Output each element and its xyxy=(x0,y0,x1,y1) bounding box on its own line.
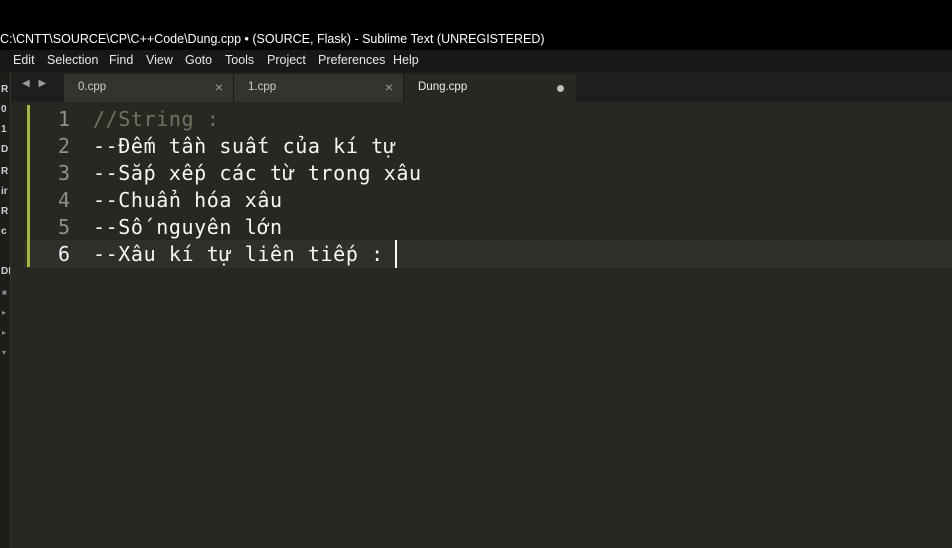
gutter-modified-marker xyxy=(27,240,30,267)
tab-nav-arrows-icon[interactable]: ◀ ▶ xyxy=(22,78,49,89)
text-cursor xyxy=(395,240,397,268)
line-number: 4 xyxy=(57,188,70,212)
code-line[interactable]: --Sắp xếp các từ trong xâu xyxy=(93,161,422,185)
menu-tools[interactable]: Tools xyxy=(225,53,254,67)
line-number: 5 xyxy=(57,215,70,239)
line-number: 6 xyxy=(57,242,70,266)
menu-selection[interactable]: Selection xyxy=(47,53,98,67)
gutter-modified-marker xyxy=(27,186,30,213)
sidebar-folder-label[interactable]: R xyxy=(1,166,8,177)
sidebar[interactable]: R 0 1 D R ir R c DI ■ ▸ ▸ ▾ xyxy=(0,72,11,548)
menu-find[interactable]: Find xyxy=(109,53,133,67)
gutter-modified-marker xyxy=(27,132,30,159)
sidebar-folder-label[interactable]: R xyxy=(1,206,8,217)
expand-arrow-icon[interactable]: ▸ xyxy=(2,328,6,337)
code-line[interactable]: --Số nguyên lớn xyxy=(93,215,283,239)
sidebar-file-label[interactable]: 1 xyxy=(1,124,7,135)
tab-1-cpp[interactable]: 1.cpp × xyxy=(234,74,404,102)
sidebar-file-label[interactable]: 0 xyxy=(1,104,7,115)
code-line[interactable]: //String : xyxy=(93,107,219,131)
expand-arrow-icon[interactable]: ▾ xyxy=(2,348,6,357)
tab-label: 1.cpp xyxy=(248,81,277,93)
sidebar-folder-label[interactable]: DI xyxy=(1,266,10,277)
window-title: C:\CNTT\SOURCE\CP\C++Code\Dung.cpp • (SO… xyxy=(0,32,545,46)
line-number: 1 xyxy=(57,107,70,131)
menu-preferences[interactable]: Preferences xyxy=(318,53,385,67)
menu-goto[interactable]: Goto xyxy=(185,53,212,67)
unsaved-dot-icon[interactable] xyxy=(557,85,564,92)
close-icon[interactable]: × xyxy=(385,79,393,95)
tab-label: Dung.cpp xyxy=(418,81,468,93)
menu-help[interactable]: Help xyxy=(393,53,419,67)
expand-arrow-icon[interactable]: ▸ xyxy=(2,308,6,317)
menu-bar: Edit Selection Find View Goto Tools Proj… xyxy=(0,50,952,72)
gutter-modified-marker xyxy=(27,105,30,132)
tab-dung-cpp[interactable]: Dung.cpp xyxy=(404,74,577,102)
line-number: 3 xyxy=(57,161,70,185)
code-line[interactable]: --Xâu kí tự liên tiếp : xyxy=(93,242,384,266)
lock-icon: ■ xyxy=(2,288,7,297)
sidebar-file-label[interactable]: D xyxy=(1,144,8,155)
tab-label: 0.cpp xyxy=(78,81,107,93)
code-line[interactable]: --Chuẩn hóa xâu xyxy=(93,188,283,212)
sidebar-file-label[interactable]: ir xyxy=(1,186,8,197)
menu-project[interactable]: Project xyxy=(267,53,306,67)
title-bar: C:\CNTT\SOURCE\CP\C++Code\Dung.cpp • (SO… xyxy=(0,0,952,50)
close-icon[interactable]: × xyxy=(215,79,223,95)
sidebar-file-label[interactable]: c xyxy=(1,226,7,237)
line-number: 2 xyxy=(57,134,70,158)
gutter-modified-marker xyxy=(27,159,30,186)
code-line[interactable]: --Đếm tần suất của kí tự xyxy=(93,134,396,158)
sidebar-folder-label[interactable]: R xyxy=(1,84,8,95)
menu-view[interactable]: View xyxy=(146,53,173,67)
tab-0-cpp[interactable]: 0.cpp × xyxy=(64,74,234,102)
menu-edit[interactable]: Edit xyxy=(13,53,35,67)
gutter-modified-marker xyxy=(27,213,30,240)
